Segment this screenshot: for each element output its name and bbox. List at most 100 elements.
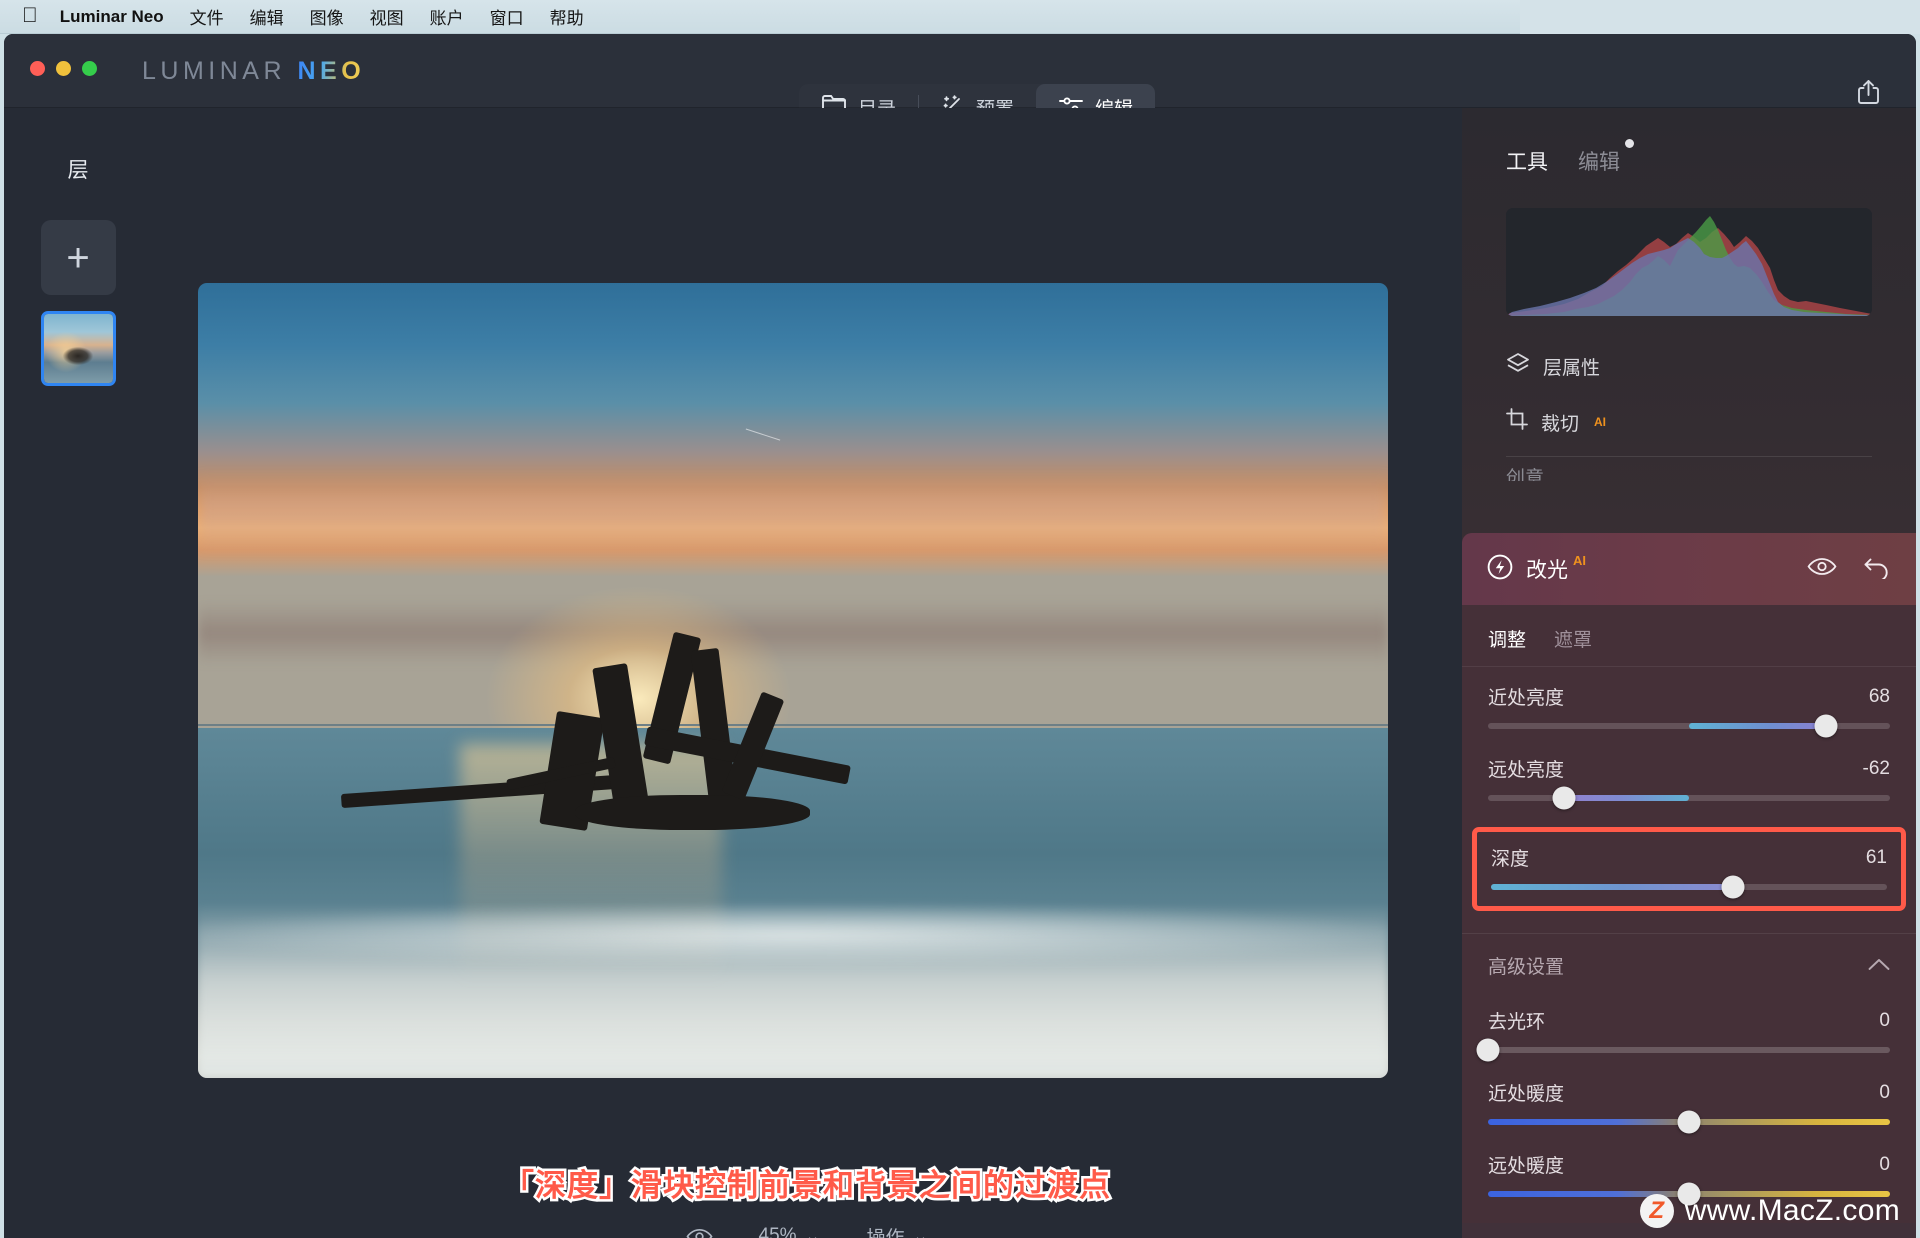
undo-icon[interactable] <box>1863 555 1890 584</box>
menubar-right-region <box>1520 0 1920 34</box>
add-layer-button[interactable]: + <box>40 220 116 295</box>
slider-dehalo-label: 去光环 <box>1488 1012 1546 1033</box>
zoom-level-value: 45% <box>758 1225 797 1238</box>
layer-thumbnail[interactable] <box>40 311 116 386</box>
slider-dehalo-track[interactable] <box>1476 1038 1890 1062</box>
slider-near-warmth-knob[interactable] <box>1677 1110 1701 1134</box>
advanced-settings-header[interactable]: 高级设置 <box>1462 933 1916 985</box>
slider-near-warmth-label: 近处暖度 <box>1488 1084 1565 1105</box>
slider-depth-track[interactable] <box>1491 875 1887 899</box>
tool-card-tab-mask[interactable]: 遮罩 <box>1554 625 1592 652</box>
slider-far-brightness-track[interactable] <box>1488 786 1890 810</box>
close-button[interactable] <box>30 61 45 76</box>
slider-near-brightness-knob[interactable] <box>1814 714 1838 738</box>
section-header-creative[interactable]: 创意 <box>1462 457 1916 481</box>
slider-near-warmth-value: 0 <box>1879 1081 1890 1103</box>
tool-card-actions <box>1807 555 1890 584</box>
chevron-up-icon[interactable] <box>1868 955 1890 977</box>
slider-depth-knob[interactable] <box>1721 875 1745 899</box>
menu-item-edit[interactable]: 编辑 <box>250 4 284 29</box>
maximize-button[interactable] <box>82 61 97 76</box>
canvas-bottom-bar: 45% ⌄ 操作 ⌄ <box>152 1208 1462 1238</box>
right-panel-tabs: 工具 编辑 <box>1462 108 1916 176</box>
app-root:  Luminar Neo 文件 编辑 图像 视图 账户 窗口 帮助 LUMIN… <box>0 0 1920 1238</box>
slider-far-brightness-header: 远处亮度 -62 <box>1488 755 1890 782</box>
canvas-area: 「深度」滑块控制前景和背景之间的过渡点 45% ⌄ 操作 ⌄ <box>152 108 1462 1238</box>
annotation-caption: 「深度」滑块控制前景和背景之间的过渡点 <box>501 1166 1113 1206</box>
slider-far-warmth-value: 0 <box>1879 1153 1890 1175</box>
watermark-text: www.MacZ.com <box>1684 1194 1900 1227</box>
slider-near-warmth[interactable]: 近处暖度 0 <box>1488 1079 1890 1134</box>
slider-near-brightness[interactable]: 近处亮度 68 <box>1488 683 1890 738</box>
tab-edits[interactable]: 编辑 <box>1578 139 1634 176</box>
right-panel: 工具 编辑 层属性 裁切 AI 创意 改光 AI 调整 遮罩 近处亮度 68 远… <box>1462 108 1916 1238</box>
menu-item-image[interactable]: 图像 <box>310 4 344 29</box>
menu-item-help[interactable]: 帮助 <box>550 4 584 29</box>
eye-icon[interactable] <box>686 1228 713 1238</box>
slider-depth-label: 深度 <box>1491 849 1530 870</box>
apple-icon[interactable]:  <box>22 5 38 29</box>
zoom-level-selector[interactable]: 45% ⌄ <box>759 1225 821 1238</box>
brand-accent: NEO <box>297 57 366 85</box>
site-watermark: Z www.MacZ.com <box>1639 1194 1900 1228</box>
menu-item-window[interactable]: 窗口 <box>490 4 524 29</box>
slider-dehalo-knob[interactable] <box>1476 1038 1500 1062</box>
crop-icon <box>1506 408 1528 436</box>
slider-far-brightness[interactable]: 远处亮度 -62 <box>1488 755 1890 810</box>
advanced-settings-label: 高级设置 <box>1488 957 1565 978</box>
macos-menu-bar:  Luminar Neo 文件 编辑 图像 视图 账户 窗口 帮助 <box>0 0 1920 34</box>
actions-menu[interactable]: 操作 ⌄ <box>867 1223 929 1238</box>
layers-icon <box>1506 352 1530 380</box>
photo-preview[interactable] <box>198 283 1388 1078</box>
ai-badge: AI <box>1573 553 1586 568</box>
slider-depth[interactable]: 深度 61 <box>1472 827 1906 911</box>
minimize-button[interactable] <box>56 61 71 76</box>
tab-edits-label: 编辑 <box>1578 151 1620 174</box>
plus-icon: + <box>66 235 90 280</box>
slider-near-warmth-track[interactable] <box>1488 1110 1890 1134</box>
photo-foam-front <box>198 903 1388 1078</box>
tool-card-title: 改光 <box>1526 559 1568 582</box>
layer-thumbnail-image <box>43 314 113 383</box>
slider-near-brightness-track[interactable] <box>1488 714 1890 738</box>
tool-card-tab-adjust[interactable]: 调整 <box>1488 625 1526 652</box>
macz-logo-icon: Z <box>1639 1194 1674 1228</box>
share-icon[interactable] <box>1855 78 1882 111</box>
slider-group-main: 近处亮度 68 远处亮度 -62 深度 61 <box>1462 667 1916 911</box>
actions-menu-label: 操作 <box>866 1227 905 1238</box>
slider-far-warmth-header: 远处暖度 0 <box>1488 1151 1890 1178</box>
menu-item-view[interactable]: 视图 <box>370 4 404 29</box>
tool-item-layer-properties-label: 层属性 <box>1543 357 1601 379</box>
luminar-window: LUMINAR NEO 目录 <box>4 34 1916 1238</box>
slider-near-brightness-value: 68 <box>1868 685 1890 707</box>
tab-tools[interactable]: 工具 <box>1506 146 1548 176</box>
tool-item-crop[interactable]: 裁切 AI <box>1462 394 1916 450</box>
slider-dehalo-value: 0 <box>1879 1009 1890 1031</box>
tool-card-relight: 改光 AI 调整 遮罩 近处亮度 68 远处亮度 -62 深度 61 高级设置 … <box>1462 533 1916 1223</box>
menubar-app-name[interactable]: Luminar Neo <box>60 7 164 27</box>
chevron-down-icon: ⌄ <box>912 1225 929 1238</box>
bolt-circle-icon <box>1486 553 1514 586</box>
slider-dehalo-header: 去光环 0 <box>1488 1007 1890 1034</box>
tool-item-layer-properties[interactable]: 层属性 <box>1462 338 1916 394</box>
slider-far-brightness-knob[interactable] <box>1552 786 1576 810</box>
ai-badge: AI <box>1594 415 1607 429</box>
tool-item-crop-label: 裁切 <box>1541 413 1580 435</box>
slider-dehalo[interactable]: 去光环 0 <box>1476 1007 1890 1062</box>
tool-list: 层属性 裁切 AI <box>1462 338 1916 450</box>
tool-card-header[interactable]: 改光 AI <box>1462 533 1916 605</box>
tool-card-tabs: 调整 遮罩 <box>1462 605 1916 667</box>
rgb-histogram <box>1506 208 1872 316</box>
photo-driftwood <box>340 631 1031 903</box>
slider-far-warmth[interactable]: 远处暖度 0 <box>1488 1151 1890 1206</box>
photo-cloudband-upper <box>198 473 1388 554</box>
window-controls <box>30 61 97 76</box>
slider-near-warmth-header: 近处暖度 0 <box>1488 1079 1890 1106</box>
menu-item-file[interactable]: 文件 <box>190 4 224 29</box>
menu-item-account[interactable]: 账户 <box>430 4 464 29</box>
slider-near-brightness-fill <box>1689 723 1826 729</box>
app-toolbar: LUMINAR NEO 目录 <box>4 34 1916 131</box>
tab-tools-label: 工具 <box>1506 151 1548 174</box>
eye-icon[interactable] <box>1807 557 1837 581</box>
edits-badge-dot <box>1625 139 1634 148</box>
